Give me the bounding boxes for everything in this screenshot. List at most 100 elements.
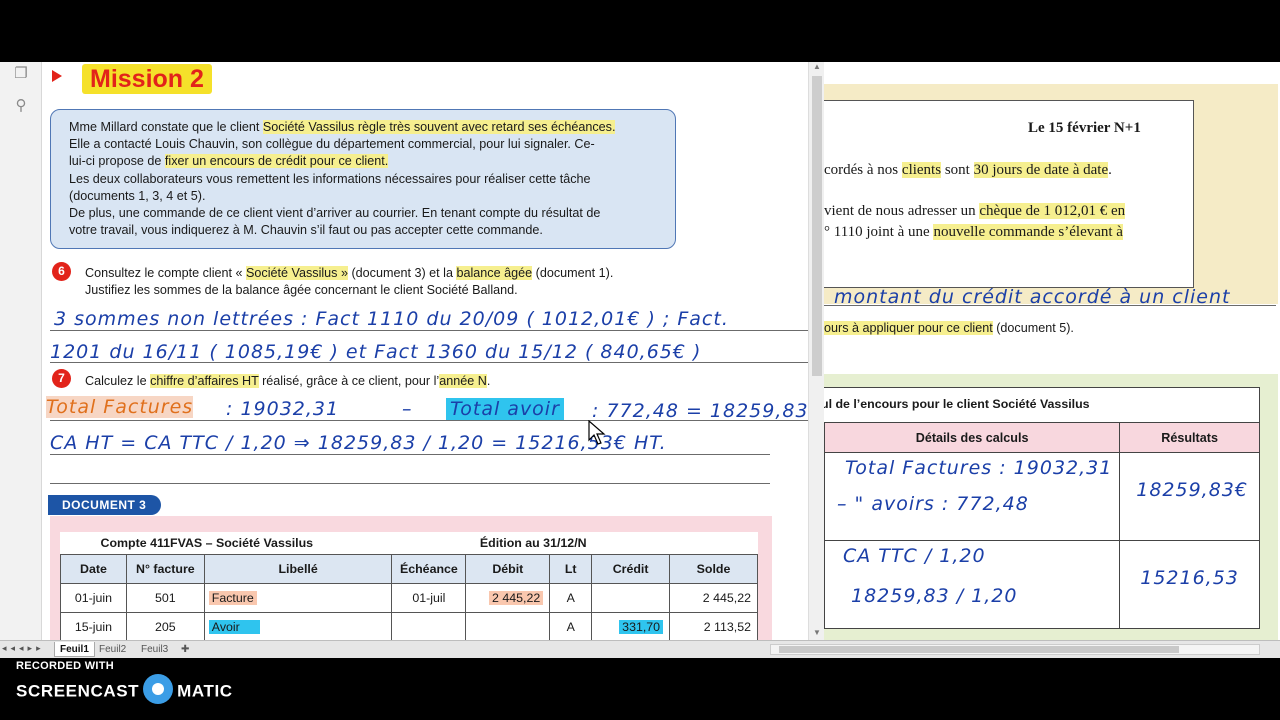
handwritten-avoir-result: : 772,48 = 18259,83 [592,400,808,422]
letter-line-1: cordés à nos clients sont 30 jours de da… [824,162,1112,178]
handwritten-detail: 18259,83 / 1,20 [851,585,1018,607]
col-header: Crédit [591,553,671,584]
cell-invoice-no: 501 [125,582,205,613]
account-title: Compte 411FVAS – Société Vassilus [100,535,314,550]
intro-line: (documents 1, 3, 4 et 5). [69,188,206,203]
scrollbar-thumb[interactable] [779,646,1179,653]
col-header: N° facture [125,553,205,584]
cell-date: 01-juin [60,582,127,613]
col-header: Lt [549,553,593,584]
table-header-row: Date N° facture Libellé Échéance Débit L… [60,553,758,584]
calc-details-cell: CA TTC / 1,20 18259,83 / 1,20 [824,540,1121,629]
mission-intro-box: Mme Millard constate que le client Socié… [50,109,676,249]
question-number-7: 7 [52,369,71,388]
pages-icon[interactable]: ❐ [12,64,30,82]
cell-label: Facture [203,582,393,613]
table-row: 01-juin 501 Facture 01-juil 2 445,22 A 2… [60,582,758,613]
handwritten-result: 18259,83€ [1136,479,1248,501]
intro-line: votre travail, vous indiquerez à M. Chau… [69,223,543,238]
calc-row: Total Factures : 19032,31 – " avoirs : 7… [824,452,1260,541]
cell-label: Avoir [203,611,393,640]
handwritten-answer-6-line2: 1201 du 16/11 ( 1085,19€ ) et Fact 1360 … [50,341,702,363]
attachment-icon[interactable]: ⚲ [12,96,30,114]
sheet-nav-arrows-icon[interactable]: ◂◂◂▸▸ [2,643,45,654]
handwritten-total-factures: Total Factures [46,396,194,418]
ruled-line [50,483,770,484]
handwritten-result: 15216,53 [1140,567,1239,589]
cell-credit [591,582,671,613]
calc-result-cell: 15216,53 [1119,540,1260,629]
screencast-logo-icon [143,674,174,704]
document-3-label: DOCUMENT 3 [48,495,161,515]
viewer-side-panel: ❐ ⚲ [0,62,42,642]
scrollbar-thumb[interactable] [812,76,822,376]
col-header: Échéance [391,553,467,584]
ruled-line [50,330,808,331]
ruled-line [50,454,770,455]
cell-date: 15-juin [60,611,127,640]
edition-date: Édition au 31/12/N [479,535,587,550]
sheet-tab-feuil1[interactable]: Feuil1 [54,642,95,657]
intro-line: lui-ci propose de fixer un encours de cr… [69,154,389,169]
calc-header-row: Détails des calculs Résultats [824,422,1260,453]
horizontal-scrollbar[interactable] [770,644,1260,655]
cell-debit [465,611,551,640]
cell-invoice-no: 205 [125,611,205,640]
cell-balance: 2 113,52 [669,611,758,640]
sheet-tab-feuil3[interactable]: Feuil3 [136,642,173,657]
col-header: Libellé [203,553,393,584]
col-header-results: Résultats [1119,422,1260,453]
col-header: Solde [669,553,758,584]
calc-details-cell: Total Factures : 19032,31 – " avoirs : 7… [824,452,1121,541]
question-number-6: 6 [52,262,71,281]
table-row: 15-juin 205 Avoir A 331,70 2 113,52 [60,611,758,640]
calc-title: ul de l’encours pour le client Société V… [824,397,1090,411]
question-6-text: Consultez le compte client « Société Vas… [85,266,614,297]
top-black-bar [0,0,1280,62]
cell-lt: A [549,611,593,640]
mission-arrow-icon [52,70,62,82]
left-pane-vertical-scrollbar[interactable]: ▲ ▼ [808,62,824,640]
handwritten-minus: – [402,398,413,420]
new-sheet-icon[interactable]: ✚ [176,642,194,657]
question-7-text: Calculez le chiffre d’affaires HT réalis… [85,374,491,388]
scroll-up-icon[interactable]: ▲ [809,62,825,74]
account-table: Compte 411FVAS – Société Vassilus Éditio… [60,532,758,640]
intro-line: De plus, une commande de ce client vient… [69,206,601,221]
cell-credit: 331,70 [591,611,671,640]
scroll-down-icon[interactable]: ▼ [809,628,825,640]
intro-line: Mme Millard constate que le client Socié… [69,120,616,134]
cell-due [391,611,467,640]
calc-table: Détails des calculs Résultats Total Fact… [824,422,1260,629]
intro-line: Elle a contacté Louis Chauvin, son collè… [69,137,595,152]
col-header: Date [60,553,127,584]
calc-row: CA TTC / 1,20 18259,83 / 1,20 15216,53 [824,540,1260,629]
recorded-with-label: RECORDED WITH [16,660,115,672]
ruled-line [824,305,1276,306]
handwritten-detail: CA TTC / 1,20 [843,545,986,567]
handwritten-ca-ht: CA HT = CA TTC / 1,20 ⇒ 18259,83 / 1,20 … [50,432,667,454]
instruction-line: ours à appliquer pour ce client (documen… [824,321,1074,335]
intro-line: Les deux collaborateurs vous remettent l… [69,171,591,186]
letter-date: Le 15 février N+1 [1028,120,1141,136]
mission-title: Mission 2 [82,64,212,94]
sheet-tab-feuil2[interactable]: Feuil2 [94,642,131,657]
handwritten-detail: Total Factures : 19032,31 [845,457,1113,479]
calc-title-bar: ul de l’encours pour le client Société V… [824,387,1260,423]
letter-line-2: vient de nous adresser un chèque de 1 01… [824,203,1126,219]
cell-lt: A [549,582,593,613]
col-header-details: Détails des calculs [824,422,1121,453]
letter-line-3: ° 1110 joint à une nouvelle commande s’é… [824,224,1123,240]
screencast-watermark: RECORDED WITH SCREENCAST MATIC [16,660,232,704]
calc-result-cell: 18259,83€ [1119,452,1260,541]
document-page-left: Mission 2 Mme Millard constate que le cl… [42,62,808,640]
cell-debit: 2 445,22 [465,582,551,613]
ruled-line [50,362,808,363]
cell-balance: 2 445,22 [669,582,758,613]
screencast-brand: SCREENCAST MATIC [16,674,233,704]
ruled-line [50,420,808,421]
col-header: Débit [465,553,551,584]
sheet-tab-bar: ◂◂◂▸▸ Feuil1 Feuil2 Feuil3 ✚ [0,640,1280,658]
handwritten-answer-6-line1: 3 sommes non lettrées : Fact 1110 du 20/… [54,308,729,330]
handwritten-total-avoir: Total avoir [446,398,564,420]
